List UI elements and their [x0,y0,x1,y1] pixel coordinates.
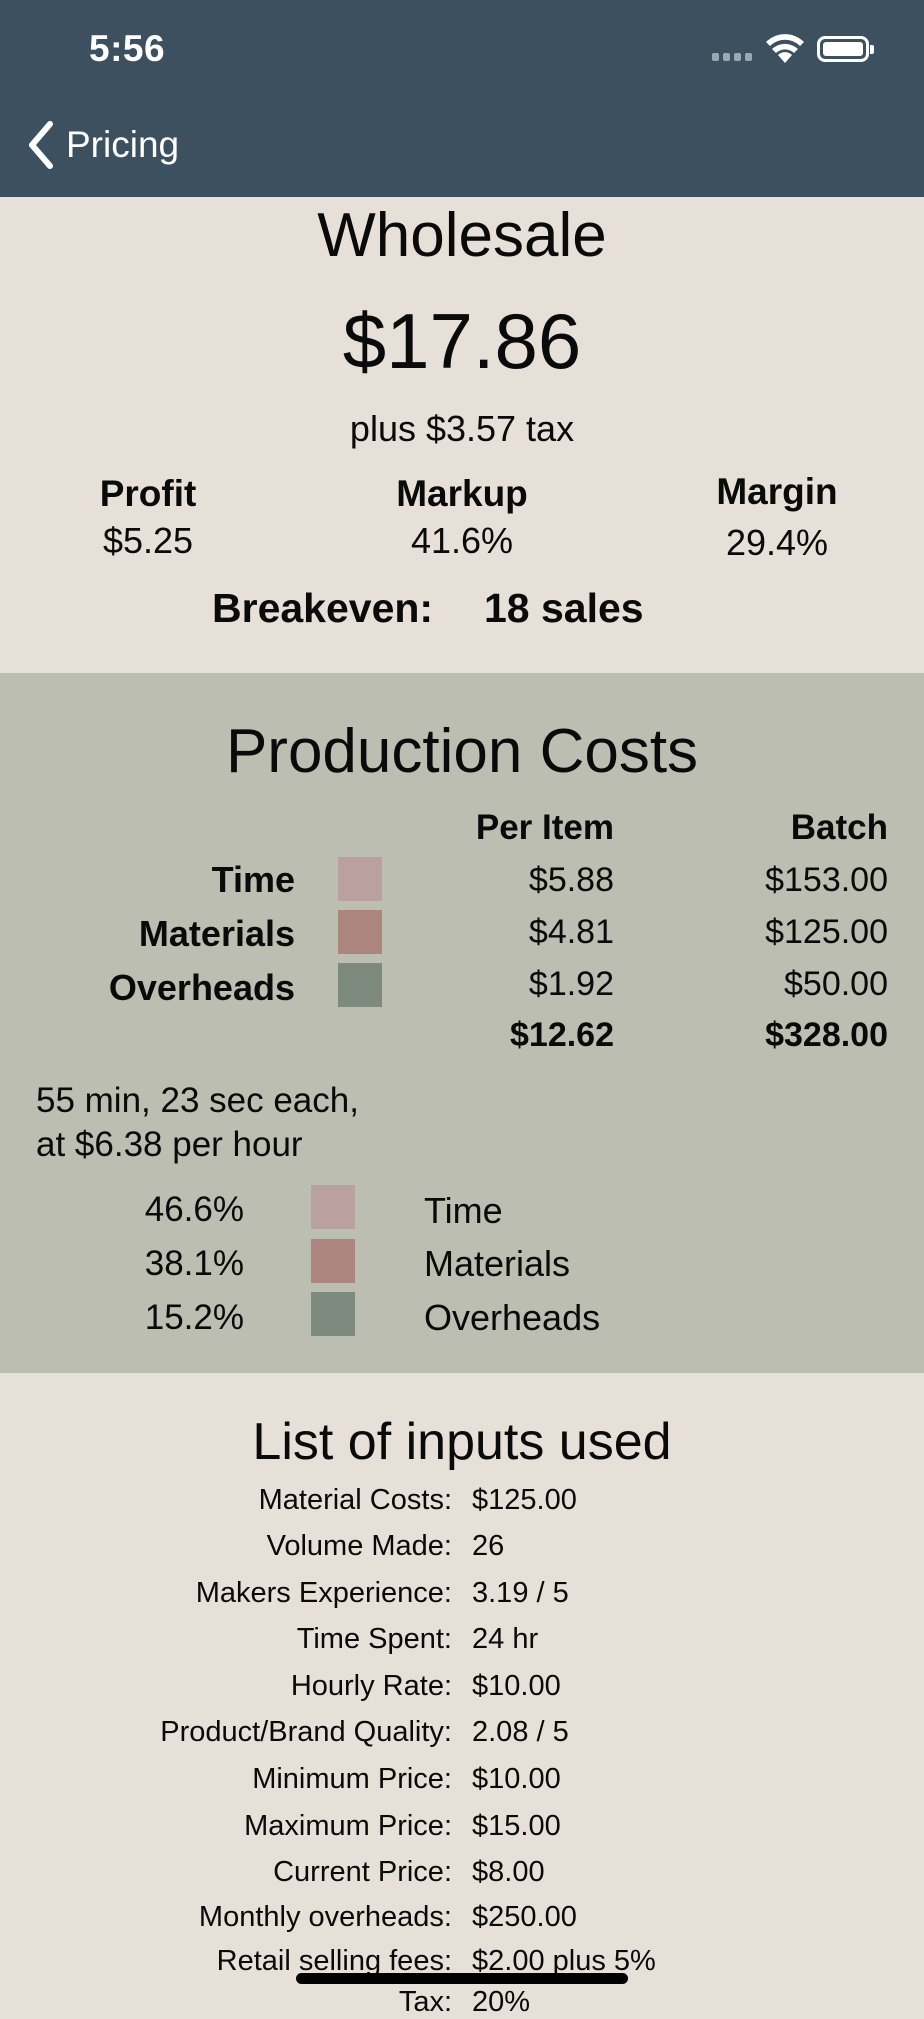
wholesale-price: $17.86 [342,297,582,385]
navigation-bar: 5:56 Pricing [0,0,924,197]
materials-batch: $125.00 [765,913,888,951]
time-legend-label: Time [424,1190,503,1231]
profit-label: Profit [99,473,197,514]
input-value-volume-made: 26 [472,1530,505,1562]
time-row-label: Time [211,859,295,900]
status-time: 5:56 [89,28,166,69]
input-value-monthly-overheads: $250.00 [472,1901,577,1933]
total-per-item: $12.62 [510,1016,614,1054]
per-item-header: Per Item [475,808,614,847]
input-label-makers-experience: Makers Experience: [195,1577,452,1609]
input-label-minimum-price: Minimum Price: [252,1763,452,1795]
overheads-color-swatch [338,963,382,1007]
wholesale-title: Wholesale [317,201,607,270]
overheads-per-item: $1.92 [528,965,614,1003]
input-label-current-price: Current Price: [273,1856,452,1888]
markup-label: Markup [396,473,528,514]
battery-icon [817,36,874,62]
time-legend-swatch [311,1185,355,1229]
overheads-row-label: Overheads [108,967,295,1008]
input-value-material-costs: $125.00 [472,1484,577,1516]
input-value-tax: 20% [472,1986,531,2018]
margin-label: Margin [716,471,838,512]
wifi-icon [766,34,804,63]
input-value-hourly-rate: $10.00 [472,1670,561,1702]
input-value-maximum-price: $15.00 [472,1810,561,1842]
overheads-batch: $50.00 [784,965,888,1003]
tax-note: plus $3.57 tax [349,408,575,449]
back-button[interactable]: Pricing [26,120,179,170]
batch-header: Batch [790,808,888,847]
input-label-tax: Tax: [398,1986,452,2018]
input-label-hourly-rate: Hourly Rate: [290,1670,452,1702]
time-percent: 46.6% [144,1190,244,1229]
time-per-item: $5.88 [528,861,614,899]
input-value-brand-quality: 2.08 / 5 [472,1716,569,1748]
input-label-volume-made: Volume Made: [266,1530,452,1562]
inputs-list-title: List of inputs used [252,1413,672,1471]
materials-row-label: Materials [138,913,295,954]
input-value-makers-experience: 3.19 / 5 [472,1577,569,1609]
overheads-legend-swatch [311,1292,355,1336]
effective-rate-note: at $6.38 per hour [36,1125,303,1164]
input-label-maximum-price: Maximum Price: [244,1810,452,1842]
input-value-minimum-price: $10.00 [472,1763,561,1795]
materials-percent: 38.1% [144,1244,244,1283]
markup-value: 41.6% [410,520,514,561]
cellular-signal-icon [712,53,754,61]
input-label-time-spent: Time Spent: [296,1623,452,1655]
time-color-swatch [338,857,382,901]
input-value-time-spent: 24 hr [472,1623,539,1655]
materials-color-swatch [338,910,382,954]
overheads-legend-label: Overheads [424,1297,601,1338]
input-label-brand-quality: Product/Brand Quality: [160,1716,452,1748]
back-button-label: Pricing [66,124,180,165]
time-batch: $153.00 [765,861,888,899]
margin-value: 29.4% [725,522,829,563]
input-value-current-price: $8.00 [472,1856,545,1888]
home-indicator[interactable] [296,1973,628,1984]
production-costs-title: Production Costs [225,717,699,786]
total-batch: $328.00 [765,1016,888,1054]
time-per-item-note: 55 min, 23 sec each, [36,1081,359,1120]
input-label-material-costs: Material Costs: [258,1484,452,1516]
breakeven-value: 18 sales [484,585,644,631]
overheads-percent: 15.2% [144,1298,244,1337]
materials-per-item: $4.81 [528,913,614,951]
input-label-monthly-overheads: Monthly overheads: [198,1901,452,1933]
materials-legend-label: Materials [424,1243,571,1284]
chevron-left-icon [29,121,53,169]
breakeven-label: Breakeven: [212,585,434,631]
materials-legend-swatch [311,1239,355,1283]
profit-value: $5.25 [102,520,194,561]
